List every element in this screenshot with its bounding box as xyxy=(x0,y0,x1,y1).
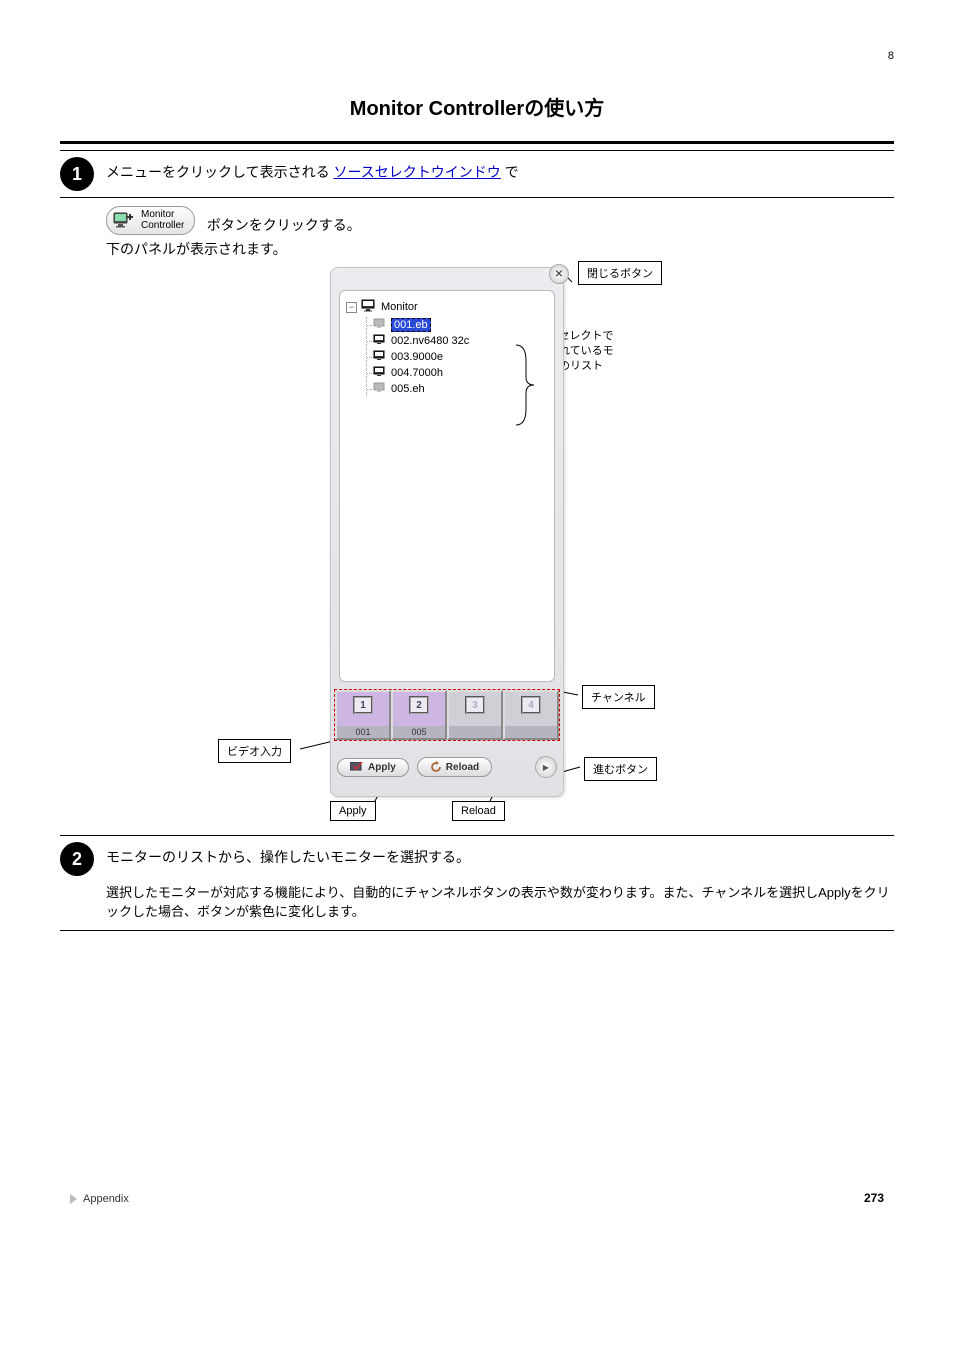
callout-forward: 進むボタン xyxy=(584,757,657,781)
monitor-icon xyxy=(373,318,387,332)
rule-step2-top xyxy=(60,835,894,836)
apply-button[interactable]: Apply xyxy=(337,758,409,777)
channel-3-label xyxy=(449,726,501,738)
step-1-line2: ボタンをクリックする。 xyxy=(207,217,361,233)
tree-item-label: 003.9000e xyxy=(391,351,443,363)
channel-2-index: 2 xyxy=(409,696,429,714)
step-1-post: で xyxy=(505,164,519,180)
close-icon: ✕ xyxy=(555,269,563,280)
step-1-followup: 下のパネルが表示されます。 xyxy=(106,239,894,259)
apply-label: Apply xyxy=(368,762,396,773)
step-2-text: モニターのリストから、操作したいモニターを選択する。 xyxy=(106,842,470,867)
step-2-row: 2 モニターのリストから、操作したいモニターを選択する。 xyxy=(60,842,894,876)
tree-item-001[interactable]: 001.eb xyxy=(373,317,548,333)
page-header-num: 8 xyxy=(60,50,894,62)
channel-2-label: 005 xyxy=(393,726,445,738)
footer-page-number: 273 xyxy=(864,1191,884,1205)
forward-button[interactable]: ▶ xyxy=(535,756,557,778)
step-1-text: メニューをクリックして表示される ソースセレクトウインドウ で xyxy=(106,157,519,182)
tree-item-label: 005.eh xyxy=(391,383,425,395)
footer-breadcrumb: Appendix xyxy=(70,1193,129,1205)
monitor-icon xyxy=(373,350,387,364)
step-1-row: 1 メニューをクリックして表示される ソースセレクトウインドウ で xyxy=(60,157,894,191)
controller-panel: ✕ − Monitor 001.eb 002.nv6480 32c xyxy=(330,267,564,797)
monitor-icon xyxy=(373,334,387,348)
rule-step1-under xyxy=(60,197,894,198)
tree-root[interactable]: − Monitor xyxy=(346,299,548,315)
callout-reload: Reload xyxy=(452,801,505,821)
channel-1-label: 001 xyxy=(337,726,389,738)
rule-step2-under xyxy=(60,930,894,931)
tree-item-label: 004.7000h xyxy=(391,367,443,379)
step-1-link[interactable]: ソースセレクトウインドウ xyxy=(333,164,500,180)
callout-apply: Apply xyxy=(330,801,376,821)
apply-icon xyxy=(350,762,364,773)
monitor-tree: − Monitor 001.eb 002.nv6480 32c 003.9000… xyxy=(339,290,555,682)
channel-4[interactable]: 4 xyxy=(503,690,559,740)
channel-4-label xyxy=(505,726,557,738)
bottom-button-row: Apply Reload ▶ xyxy=(337,756,557,778)
step-1-pre: メニューをクリックして表示される xyxy=(106,164,333,180)
step-2-paragraph: 選択したモニターが対応する機能により、自動的にチャンネルボタンの表示や数が変わり… xyxy=(106,884,890,922)
channel-2[interactable]: 2 005 xyxy=(391,690,447,740)
callout-video-in: ビデオ入力 xyxy=(218,739,291,763)
mc-pill-label: MonitorController xyxy=(141,210,184,231)
monitor-icon xyxy=(373,366,387,380)
channel-1-index: 1 xyxy=(353,696,373,714)
brace-icon xyxy=(512,343,538,427)
step-1-number: 1 xyxy=(60,157,94,191)
channel-3[interactable]: 3 xyxy=(447,690,503,740)
diagram-area: 閉じるボタン ソースセレクトで管理されているモニターのリスト チャンネル ビデオ… xyxy=(60,267,894,827)
rule-top-thin xyxy=(60,150,894,151)
step-1-button-row: MonitorController ボタンをクリックする。 xyxy=(106,206,894,235)
callout-channel: チャンネル xyxy=(582,685,655,709)
tree-collapse-icon[interactable]: − xyxy=(346,302,357,313)
chevron-right-icon: ▶ xyxy=(543,763,549,772)
close-button[interactable]: ✕ xyxy=(549,264,569,284)
callout-close: 閉じるボタン xyxy=(578,261,662,285)
monitor-controller-pill[interactable]: MonitorController xyxy=(106,206,195,235)
channel-1[interactable]: 1 001 xyxy=(335,690,391,740)
triangle-icon xyxy=(70,1194,77,1204)
monitor-plus-icon xyxy=(113,212,135,230)
tree-root-label: Monitor xyxy=(381,301,418,313)
footer-crumb-text: Appendix xyxy=(83,1193,129,1205)
channel-4-index: 4 xyxy=(521,696,541,714)
page-footer: Appendix 273 xyxy=(60,1191,894,1205)
reload-icon xyxy=(430,761,442,773)
channel-3-index: 3 xyxy=(465,696,485,714)
monitor-icon xyxy=(361,299,377,315)
tree-item-label: 002.nv6480 32c xyxy=(391,335,469,347)
monitor-icon xyxy=(373,382,387,396)
reload-label: Reload xyxy=(446,762,479,773)
tree-item-label: 001.eb xyxy=(391,318,431,332)
step-2-number: 2 xyxy=(60,842,94,876)
section-title: Monitor Controllerの使い方 xyxy=(60,92,894,121)
reload-button[interactable]: Reload xyxy=(417,757,492,777)
channel-strip: 1 001 2 005 3 4 xyxy=(335,690,559,740)
rule-top-thick xyxy=(60,141,894,144)
